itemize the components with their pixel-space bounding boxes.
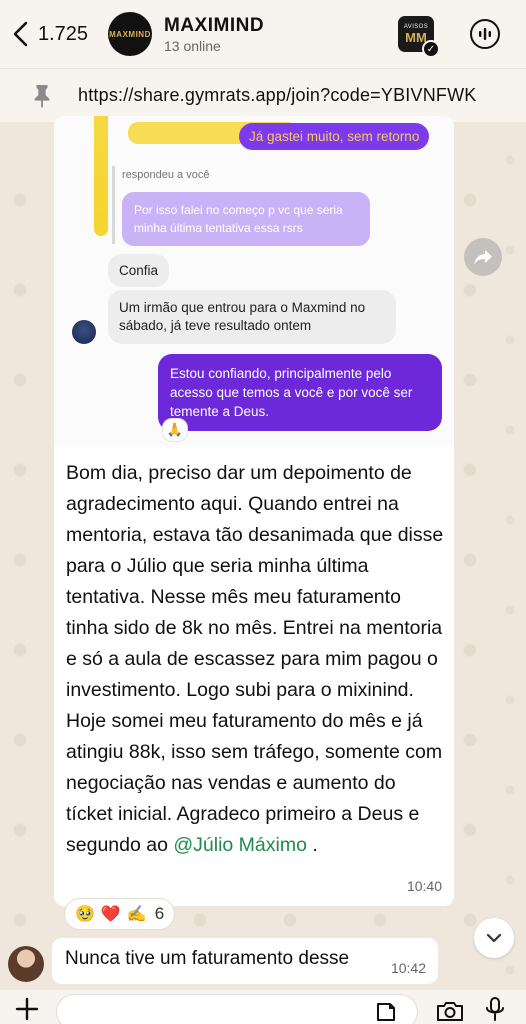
- message-bubble[interactable]: Já gastei muito, sem retorno respondeu a…: [54, 116, 454, 906]
- group-name: MAXIMIND: [164, 14, 265, 36]
- screenshot-bubble-reply: Já gastei muito, sem retorno: [239, 123, 430, 150]
- poll-button[interactable]: [470, 19, 500, 49]
- screenshot-bubble-irmao: Um irmão que entrou para o Maxmind no sá…: [108, 290, 396, 344]
- chevron-down-icon: [486, 933, 502, 943]
- group-info[interactable]: MAXIMIND 13 online: [164, 15, 398, 54]
- pinned-message-bar[interactable]: https://share.gymrats.app/join?code=YBIV…: [0, 68, 526, 122]
- forward-icon: [474, 250, 492, 265]
- pinned-link[interactable]: https://share.gymrats.app/join?code=YBIV…: [78, 85, 476, 106]
- reaction-emoji: 🥹: [75, 906, 95, 923]
- plus-icon[interactable]: [14, 996, 40, 1022]
- screenshot-reaction: 🙏: [162, 418, 188, 442]
- sticker-icon[interactable]: [375, 1001, 397, 1023]
- screenshot-bubble-confia: Confia: [108, 254, 170, 287]
- message-text: Bom dia, preciso dar um depoimento de ag…: [66, 458, 446, 861]
- forward-button[interactable]: [464, 238, 502, 276]
- message-end: .: [306, 834, 318, 856]
- avatar[interactable]: [8, 946, 44, 982]
- replied-label: respondeu a você: [122, 169, 210, 181]
- screenshot-bubble-quoted: Por isso falei no começo p vc que seria …: [122, 192, 370, 246]
- reaction-emoji: ✍️: [126, 906, 147, 923]
- unread-count: 1.725: [38, 22, 89, 45]
- group-avatar[interactable]: MAXMIND: [108, 12, 152, 56]
- message-input[interactable]: [56, 994, 418, 1024]
- reactions-pill[interactable]: 🥹 ❤️ ✍️ 6: [64, 898, 176, 930]
- microphone-icon[interactable]: [484, 996, 506, 1022]
- embedded-screenshot[interactable]: Já gastei muito, sem retorno respondeu a…: [54, 116, 454, 446]
- pin-icon: [26, 80, 58, 112]
- highlight-stroke: [94, 116, 108, 236]
- camera-icon[interactable]: [436, 1000, 464, 1022]
- scroll-down-button[interactable]: [474, 918, 514, 958]
- chevron-down-icon: ✓: [422, 40, 440, 58]
- screenshot-avatar: [72, 320, 96, 344]
- channel-avatar[interactable]: AVISOS MM ✓: [398, 16, 440, 58]
- message-time: 10:40: [406, 878, 442, 894]
- back-button[interactable]: 1.725: [12, 14, 104, 54]
- mention-link[interactable]: @Júlio Máximo: [173, 834, 307, 856]
- screenshot-bubble-confiando: Estou confiando, principalmente pelo ace…: [158, 354, 442, 431]
- reaction-emoji: ❤️: [100, 906, 121, 923]
- chat-header: 1.725 MAXMIND MAXIMIND 13 online AVISOS …: [0, 0, 526, 68]
- message-body: Bom dia, preciso dar um depoimento de ag…: [66, 462, 444, 856]
- online-status: 13 online: [164, 37, 221, 54]
- quote-line: [112, 166, 115, 244]
- poll-icon: [479, 28, 491, 40]
- message-time: 10:42: [390, 960, 426, 976]
- chevron-left-icon: [13, 21, 28, 47]
- message-text: Nunca tive um faturamento desse: [65, 948, 350, 969]
- input-bar: [0, 990, 526, 1024]
- group-avatar-logo: MAXMIND: [109, 29, 151, 39]
- message-bubble[interactable]: Nunca tive um faturamento desse 10:42: [52, 938, 438, 984]
- reaction-count: 6: [154, 904, 165, 923]
